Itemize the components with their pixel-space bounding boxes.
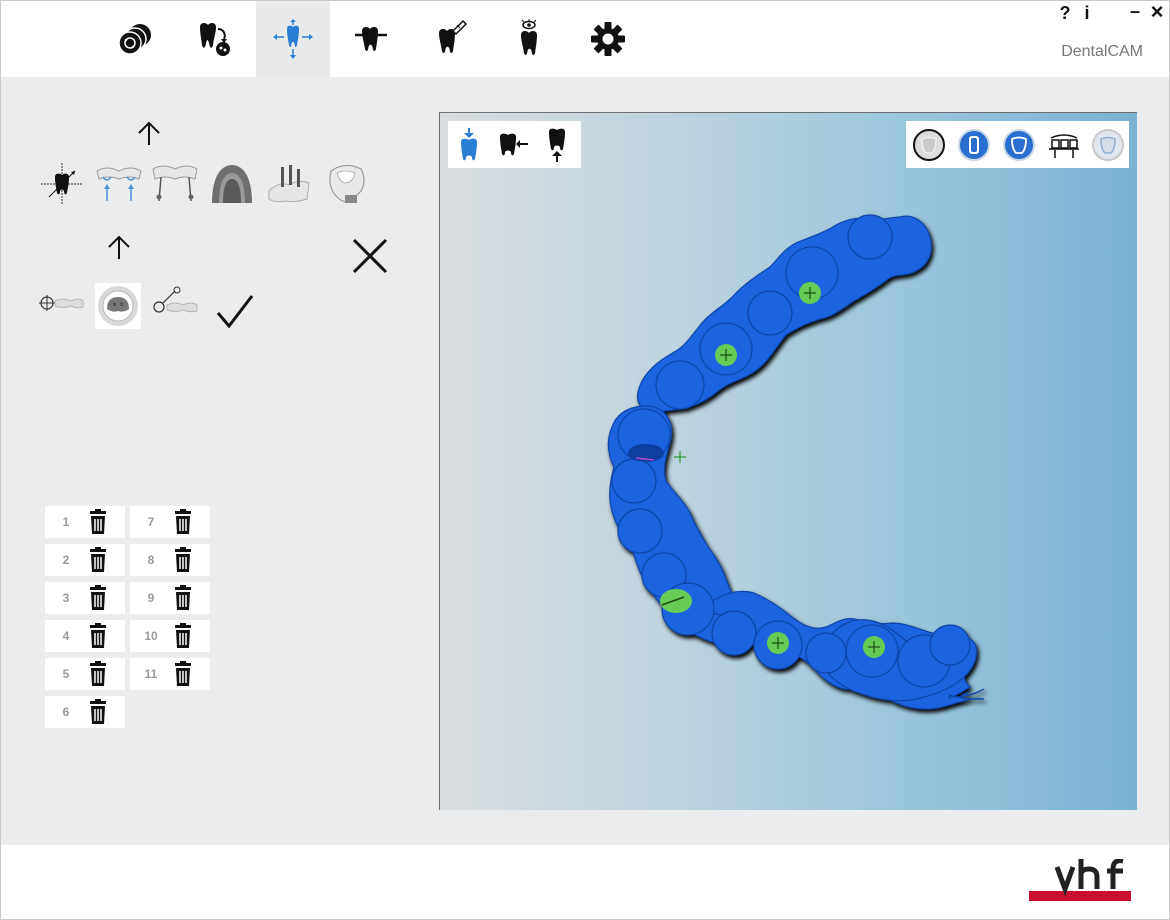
attachment-slot[interactable]: 3 — [45, 582, 125, 614]
trash-icon[interactable] — [87, 585, 109, 611]
move-up-secondary-button[interactable] — [105, 233, 133, 261]
dental-arch-model — [607, 214, 985, 710]
connector-button[interactable] — [151, 285, 199, 321]
implant-teeth-icon — [268, 165, 310, 203]
trash-icon[interactable] — [87, 699, 109, 725]
slot-number: 5 — [62, 667, 70, 681]
trash-icon[interactable] — [172, 585, 194, 611]
attachment-slot[interactable]: 6 — [45, 696, 125, 728]
toolbar-item-position[interactable] — [256, 1, 330, 77]
dental-model-render — [607, 214, 985, 710]
main-area: x x 1 2 3 4 5 6 7 8 9 10 11 — [1, 77, 1169, 845]
close-window-button[interactable]: × — [1147, 0, 1167, 25]
arrow-up-icon — [108, 235, 130, 259]
slot-number: 4 — [62, 629, 70, 643]
target-crosshair-icon — [39, 295, 84, 311]
tooth-import-icon — [200, 22, 230, 56]
checkmark-icon — [216, 295, 254, 329]
minimize-button[interactable]: – — [1125, 1, 1145, 22]
toolbar-item-import[interactable] — [177, 1, 251, 77]
brand-name: DentalCAM — [1061, 43, 1143, 60]
slot-number: 9 — [147, 591, 155, 605]
trash-icon[interactable] — [172, 661, 194, 687]
toolbar-item-disc[interactable] — [97, 1, 171, 77]
footer-bar — [1, 845, 1169, 919]
move-up-button[interactable] — [135, 119, 163, 147]
vhf-logo — [1029, 859, 1131, 901]
slot-number: 3 — [62, 591, 70, 605]
teeth-bite-icon — [96, 167, 142, 201]
attachment-slot[interactable]: 10 — [130, 620, 210, 652]
top-toolbar: ? i – × DentalCAM — [1, 0, 1169, 77]
trash-icon[interactable] — [87, 547, 109, 573]
close-icon — [352, 238, 388, 274]
confirm-button[interactable] — [213, 289, 257, 333]
slot-number: 10 — [144, 629, 158, 643]
slot-number: 7 — [147, 515, 155, 529]
disc-stack-icon — [118, 24, 151, 55]
attachment-slot[interactable]: 9 — [130, 582, 210, 614]
slot-number: 11 — [144, 667, 158, 681]
attachment-slot[interactable]: 7 — [130, 506, 210, 538]
crown-button[interactable] — [323, 161, 369, 207]
target-button[interactable] — [37, 285, 85, 321]
implant-button[interactable] — [265, 161, 313, 207]
help-button[interactable]: ? — [1055, 3, 1075, 24]
crown-model-icon — [329, 164, 365, 203]
tooth-crosshair-icon — [41, 163, 83, 205]
toolbar-item-attachment[interactable] — [335, 1, 409, 77]
disc-view-button[interactable]: x x — [95, 283, 141, 329]
marker-dot[interactable] — [660, 589, 692, 613]
tooth-position-icon — [273, 19, 313, 59]
toolbar-item-calculate[interactable] — [414, 1, 488, 77]
pin-align-button[interactable] — [151, 161, 199, 207]
dental-arch-icon — [212, 165, 252, 203]
info-button[interactable]: i — [1077, 3, 1097, 24]
trash-icon[interactable] — [87, 661, 109, 687]
connector-probe-icon — [153, 286, 198, 313]
slot-number: 6 — [62, 705, 70, 719]
align-crosshair-button[interactable] — [39, 161, 85, 207]
attachment-slot[interactable]: 2 — [45, 544, 125, 576]
bite-align-button[interactable] — [95, 161, 143, 207]
toolbar-item-preview[interactable] — [492, 1, 566, 77]
trash-icon[interactable] — [172, 623, 194, 649]
cancel-button[interactable] — [349, 235, 391, 277]
trash-icon[interactable] — [172, 509, 194, 535]
svg-text:x: x — [113, 302, 116, 308]
teeth-pins-icon — [152, 165, 198, 202]
trash-icon[interactable] — [172, 547, 194, 573]
tooth-calculate-icon — [439, 19, 468, 54]
disc-view-icon: x x — [98, 286, 138, 326]
attachment-slot[interactable]: 5 — [45, 658, 125, 690]
attachment-slot[interactable]: 1 — [45, 506, 125, 538]
tooth-preview-icon — [521, 19, 537, 56]
gear-icon — [591, 22, 625, 56]
attachment-slot[interactable]: 8 — [130, 544, 210, 576]
tooth-attachment-icon — [355, 26, 387, 52]
slot-number: 2 — [62, 553, 70, 567]
attachment-slot[interactable]: 4 — [45, 620, 125, 652]
arrow-up-icon — [138, 121, 160, 145]
arch-button[interactable] — [209, 161, 255, 207]
3d-viewport[interactable] — [439, 112, 1137, 810]
attachment-slot[interactable]: 11 — [130, 658, 210, 690]
trash-icon[interactable] — [87, 509, 109, 535]
slot-number: 1 — [62, 515, 70, 529]
toolbar-item-settings[interactable] — [571, 1, 645, 77]
trash-icon[interactable] — [87, 623, 109, 649]
svg-text:x: x — [120, 302, 123, 308]
slot-number: 8 — [147, 553, 155, 567]
